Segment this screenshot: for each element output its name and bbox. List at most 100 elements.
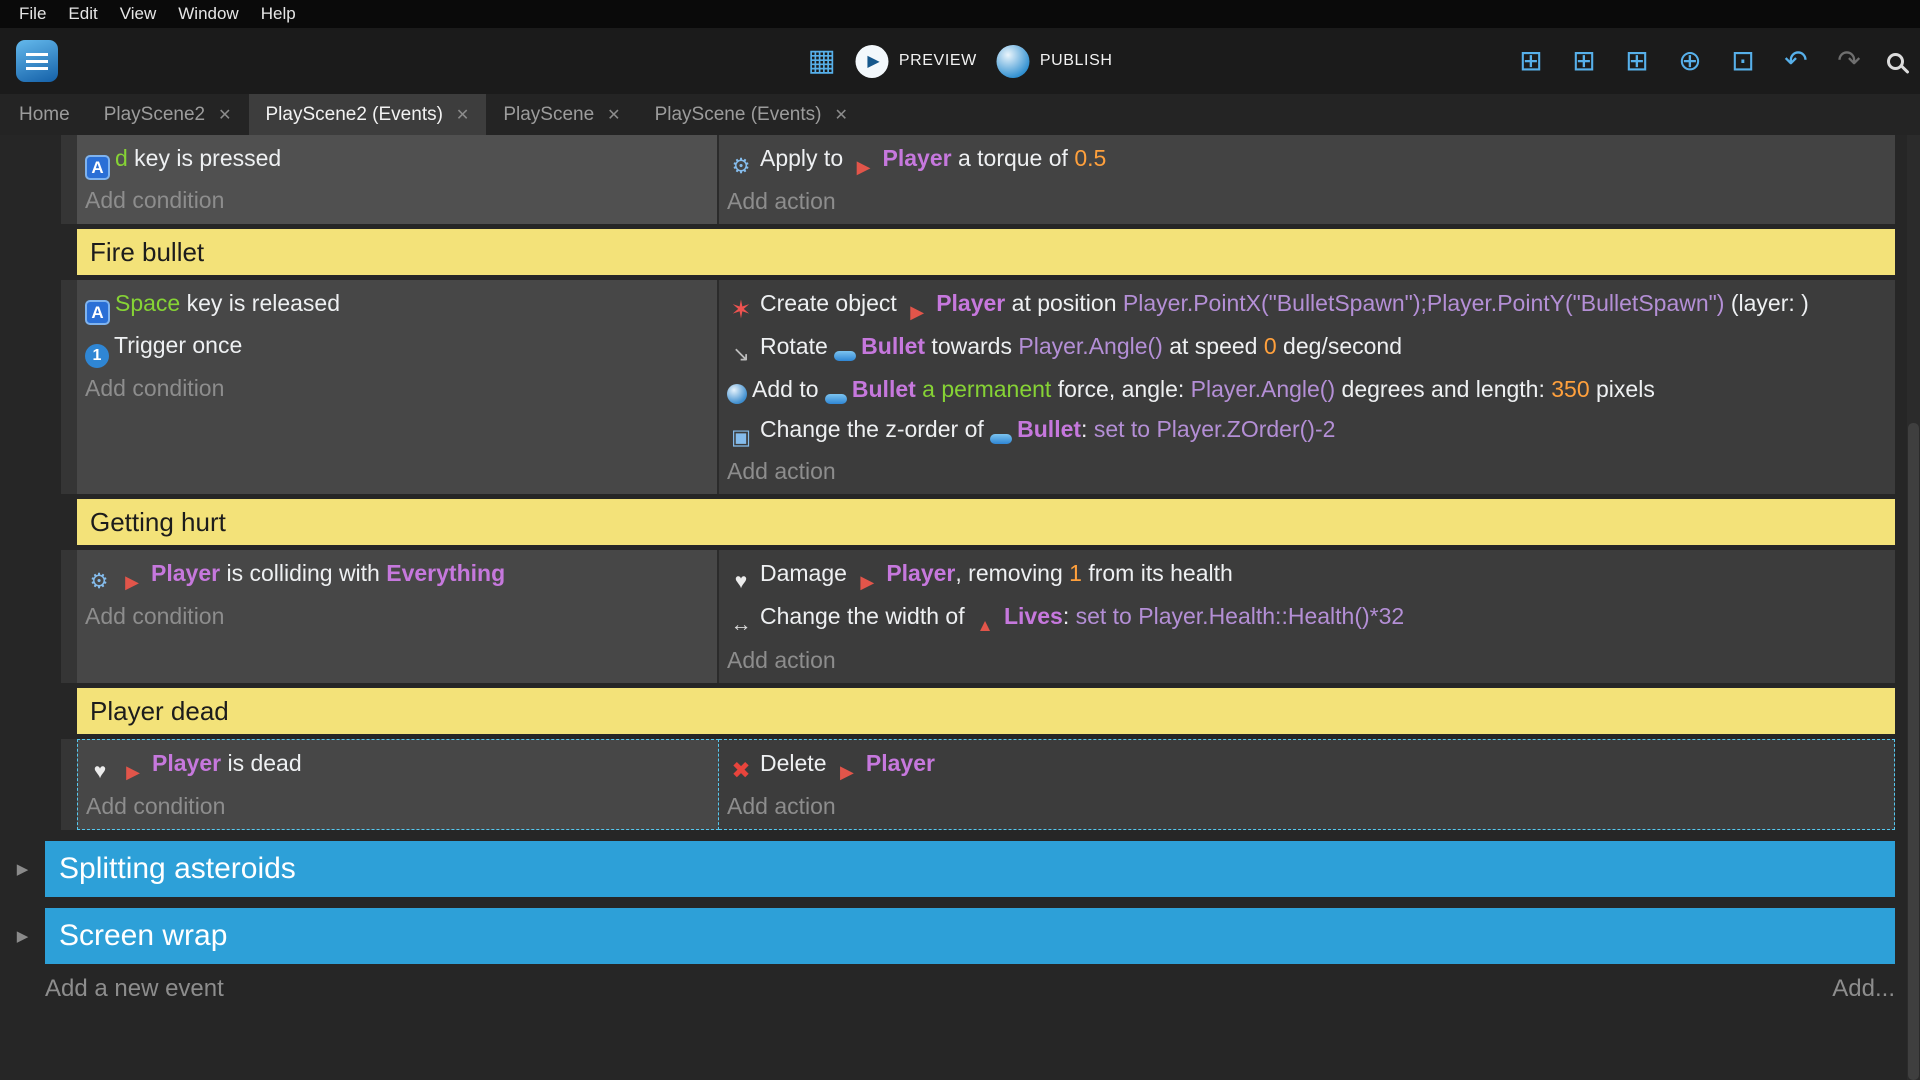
publish-globe-icon: [997, 45, 1030, 78]
add-new-event-row[interactable]: Add a new event: [45, 975, 224, 1003]
text-segment: at position: [1005, 290, 1123, 316]
add-subevent-icon[interactable]: ⊞: [1569, 47, 1599, 75]
add-action-button[interactable]: Add action: [727, 786, 1886, 826]
tab-playscene2-events-[interactable]: PlayScene2 (Events)✕: [249, 94, 487, 135]
condition-item[interactable]: Ad key is pressed: [85, 138, 709, 180]
create-object-icon: ✶: [727, 297, 755, 325]
scrollbar-track[interactable]: [1907, 135, 1920, 1080]
close-icon[interactable]: ✕: [834, 105, 847, 125]
add-action-button[interactable]: Add action: [727, 640, 1887, 680]
text-segment: (layer: ): [1724, 290, 1808, 316]
menu-item-help[interactable]: Help: [250, 4, 307, 24]
add-new-event-icon[interactable]: ⊕: [1675, 47, 1705, 75]
tab-home[interactable]: Home: [2, 94, 87, 135]
action-item[interactable]: ♥Damage ▶Player, removing 1 from its hea…: [727, 553, 1887, 596]
action-item[interactable]: Add to Bullet a permanent force, angle: …: [727, 369, 1887, 409]
tab-label: Home: [19, 104, 70, 126]
width-icon: ↔: [727, 611, 755, 639]
text-segment: Bullet: [852, 376, 916, 402]
tab-playscene[interactable]: PlayScene✕: [486, 94, 637, 135]
text-segment: d: [115, 145, 128, 171]
event-group[interactable]: Splitting asteroids: [45, 841, 1895, 897]
zorder-icon: ▣: [727, 423, 755, 451]
text-segment: Apply to: [760, 145, 850, 171]
add-condition-button[interactable]: Add condition: [85, 596, 709, 636]
conditions-cell: ♥▶Player is deadAdd condition: [77, 739, 719, 830]
condition-item[interactable]: ⚙▶Player is colliding with Everything: [85, 553, 709, 596]
event-drag-handle[interactable]: [61, 135, 77, 224]
tab-bar: HomePlayScene2✕PlayScene2 (Events)✕PlayS…: [0, 94, 1920, 135]
comment[interactable]: Getting hurt: [77, 499, 1895, 545]
menu-item-window[interactable]: Window: [167, 4, 249, 24]
player-icon: ▶: [119, 758, 147, 786]
preview-options-icon[interactable]: ▦: [807, 46, 835, 76]
action-item[interactable]: ↘Rotate Bullet towards Player.Angle() at…: [727, 326, 1887, 369]
undo-icon[interactable]: ↶: [1781, 47, 1811, 75]
text-segment: a torque of: [952, 145, 1075, 171]
close-icon[interactable]: ✕: [607, 105, 620, 125]
condition-item[interactable]: ♥▶Player is dead: [86, 743, 710, 786]
publish-button[interactable]: PUBLISH: [997, 45, 1113, 78]
text-segment: Player: [866, 750, 935, 776]
search-icon[interactable]: [1887, 53, 1904, 70]
gear-icon: ⚙: [85, 568, 113, 596]
text-segment: Player: [886, 560, 955, 586]
expand-icon[interactable]: ▶: [0, 860, 45, 878]
add-more-button[interactable]: Add...: [1832, 975, 1895, 1003]
action-item[interactable]: ⚙Apply to ▶Player a torque of 0.5: [727, 138, 1887, 181]
heart-icon: ♥: [727, 568, 755, 596]
close-icon[interactable]: ✕: [456, 105, 469, 125]
actions-cell: ✶Create object ▶Player at position Playe…: [719, 280, 1895, 494]
add-action-button[interactable]: Add action: [727, 451, 1887, 491]
action-item[interactable]: ✖Delete ▶Player: [727, 743, 1886, 786]
events-list: Ad key is pressedAdd condition⚙Apply to …: [0, 135, 1920, 964]
event-drag-handle[interactable]: [61, 280, 77, 494]
text-segment: Change the z-order of: [760, 416, 990, 442]
comment[interactable]: Fire bullet: [77, 229, 1895, 275]
menu-item-view[interactable]: View: [109, 4, 168, 24]
text-segment: Player.Angle(): [1191, 376, 1335, 402]
menu-bar: FileEditViewWindowHelp: [0, 0, 1920, 28]
tab-playscene-events-[interactable]: PlayScene (Events) ✕: [638, 94, 865, 135]
text-segment: key is released: [180, 290, 340, 316]
event-drag-handle[interactable]: [61, 550, 77, 683]
add-condition-button[interactable]: Add condition: [85, 180, 709, 220]
menu-item-edit[interactable]: Edit: [57, 4, 108, 24]
comment[interactable]: Player dead: [77, 688, 1895, 734]
tab-label: PlayScene (Events): [655, 104, 822, 126]
expand-icon[interactable]: ▶: [0, 927, 45, 945]
redo-icon[interactable]: ↷: [1834, 47, 1864, 75]
text-segment: Create object: [760, 290, 903, 316]
add-action-button[interactable]: Add action: [727, 181, 1887, 221]
action-item[interactable]: ✶Create object ▶Player at position Playe…: [727, 283, 1887, 326]
scrollbar-thumb[interactable]: [1908, 423, 1919, 1080]
toolbar: ▦ ▶ PREVIEW PUBLISH ⊞ ⊞ ⊞ ⊕ ⊡ ↶ ↷: [0, 28, 1920, 94]
tab-playscene2[interactable]: PlayScene2✕: [87, 94, 249, 135]
add-event-icon[interactable]: ⊞: [1516, 47, 1546, 75]
choose-event-icon[interactable]: ⊡: [1728, 47, 1758, 75]
force-icon: [727, 384, 747, 404]
logo-pages-icon: [26, 53, 48, 70]
add-condition-button[interactable]: Add condition: [86, 786, 710, 826]
action-item[interactable]: ▣Change the z-order of Bullet: set to Pl…: [727, 409, 1887, 452]
event-group[interactable]: Screen wrap: [45, 908, 1895, 964]
add-condition-button[interactable]: Add condition: [85, 368, 709, 408]
text-segment: Player.Angle(): [1018, 333, 1162, 359]
condition-item[interactable]: ASpace key is released: [85, 283, 709, 325]
toolbar-center: ▦ ▶ PREVIEW PUBLISH: [807, 45, 1112, 78]
gdevelop-logo[interactable]: [16, 40, 58, 82]
add-comment-icon[interactable]: ⊞: [1622, 47, 1652, 75]
event-drag-handle[interactable]: [61, 739, 77, 830]
event-row: Ad key is pressedAdd condition ⚙Apply to …: [61, 135, 1895, 224]
player-icon: ▶: [903, 298, 931, 326]
preview-button[interactable]: ▶ PREVIEW: [856, 45, 977, 78]
delete-icon: ✖: [727, 756, 755, 784]
keyboard-icon: A: [85, 300, 110, 325]
close-icon[interactable]: ✕: [218, 105, 231, 125]
action-item[interactable]: ↔Change the width of ▲Lives: set to Play…: [727, 596, 1887, 640]
publish-label: PUBLISH: [1040, 52, 1113, 70]
text-segment: Trigger once: [114, 332, 242, 358]
menu-item-file[interactable]: File: [8, 4, 57, 24]
condition-item[interactable]: 1Trigger once: [85, 325, 709, 368]
text-segment: Player.PointX("BulletSpawn");Player.Poin…: [1123, 290, 1725, 316]
